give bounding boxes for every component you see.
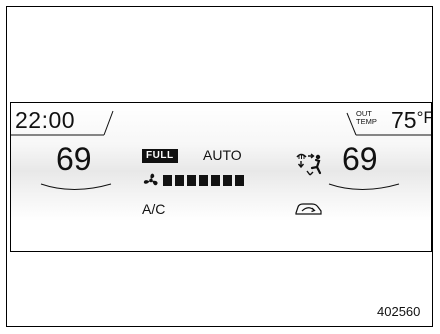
- defrost-airflow-icon: [296, 153, 322, 176]
- climate-display: 22:00 OUT TEMP 75°F 69 69 FULL AUTO: [10, 102, 432, 252]
- clock: 22:00: [15, 107, 76, 133]
- outside-temp: 75°F: [391, 107, 431, 134]
- fan-speed-segment: [175, 175, 184, 186]
- fan-speed-segment: [211, 175, 220, 186]
- fan-mode-badge: FULL: [142, 149, 178, 163]
- recirculation-icon: [295, 203, 322, 215]
- fan-speed-segment: [199, 175, 208, 186]
- auto-mode-label: AUTO: [203, 147, 242, 163]
- out-temp-slant: [346, 112, 357, 136]
- fan-speed-segment: [163, 175, 172, 186]
- out-label-line2: TEMP: [356, 117, 377, 126]
- driver-temp: 69: [56, 141, 92, 177]
- figure-frame: 22:00 OUT TEMP 75°F 69 69 FULL AUTO: [6, 6, 433, 327]
- clock-slant: [103, 110, 114, 136]
- fan-icon: [143, 173, 158, 186]
- figure-code: 402560: [377, 304, 421, 319]
- outside-temp-unit: °F: [416, 108, 431, 127]
- driver-temp-swoosh: [40, 183, 112, 190]
- fan-speed-segment: [223, 175, 232, 186]
- fan-speed-segment: [235, 175, 244, 186]
- passenger-temp: 69: [342, 141, 378, 177]
- fan-speed-segment: [187, 175, 196, 186]
- ac-label: A/C: [142, 201, 166, 217]
- outside-temp-value: 75: [391, 107, 417, 133]
- outside-temp-label: OUT TEMP: [356, 110, 386, 126]
- passenger-temp-swoosh: [328, 183, 400, 190]
- fan-speed-bar: [163, 175, 244, 186]
